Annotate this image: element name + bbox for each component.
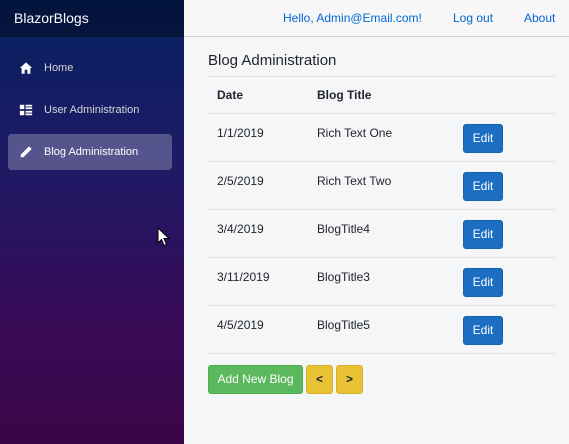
row-title: BlogTitle3 [317, 257, 463, 306]
sidebar-item-label: User Administration [44, 104, 140, 116]
column-header-actions [463, 76, 555, 114]
main-content: Blog Administration Date Blog Title 1/1/… [208, 52, 555, 394]
row-title: Rich Text Two [317, 161, 463, 210]
pencil-icon [19, 145, 33, 159]
edit-button[interactable]: Edit [463, 220, 503, 249]
table-row: 3/11/2019 BlogTitle3 Edit [208, 257, 555, 306]
sidebar-item-blog-administration[interactable]: Blog Administration [8, 134, 172, 170]
row-title: BlogTitle4 [317, 209, 463, 258]
row-date: 3/4/2019 [208, 209, 317, 258]
edit-button[interactable]: Edit [463, 124, 503, 153]
sidebar-item-label: Home [44, 62, 74, 74]
edit-button[interactable]: Edit [463, 172, 503, 201]
previous-page-button[interactable]: < [306, 365, 333, 394]
mouse-cursor-icon [157, 227, 171, 247]
logout-link[interactable]: Log out [453, 11, 493, 25]
row-title: BlogTitle5 [317, 305, 463, 354]
next-page-button[interactable]: > [336, 365, 363, 394]
about-link[interactable]: About [524, 11, 555, 25]
table-actions: Add New Blog < > [208, 365, 555, 394]
row-date: 3/11/2019 [208, 257, 317, 306]
table-row: 4/5/2019 BlogTitle5 Edit [208, 305, 555, 354]
table-header-row: Date Blog Title [208, 76, 555, 114]
row-title: Rich Text One [317, 113, 463, 162]
sidebar: BlazorBlogs Home User Administration Blo… [0, 0, 184, 444]
list-icon [19, 103, 33, 117]
blog-table: Date Blog Title 1/1/2019 Rich Text One E… [208, 76, 555, 354]
edit-button[interactable]: Edit [463, 316, 503, 345]
top-bar: Hello, Admin@Email.com! Log out About [184, 0, 569, 37]
sidebar-item-user-administration[interactable]: User Administration [8, 92, 172, 128]
table-row: 1/1/2019 Rich Text One Edit [208, 113, 555, 162]
user-greeting-link[interactable]: Hello, Admin@Email.com! [283, 11, 422, 25]
sidebar-nav: Home User Administration Blog Administra… [0, 50, 184, 170]
add-new-blog-button[interactable]: Add New Blog [208, 365, 303, 394]
page-title: Blog Administration [208, 52, 337, 69]
home-icon [19, 61, 33, 75]
column-header-title: Blog Title [317, 76, 463, 114]
edit-button[interactable]: Edit [463, 268, 503, 297]
table-row: 3/4/2019 BlogTitle4 Edit [208, 209, 555, 258]
row-date: 1/1/2019 [208, 113, 317, 162]
sidebar-item-label: Blog Administration [44, 146, 139, 158]
row-date: 2/5/2019 [208, 161, 317, 210]
brand-title[interactable]: BlazorBlogs [0, 0, 184, 37]
table-row: 2/5/2019 Rich Text Two Edit [208, 161, 555, 210]
column-header-date: Date [208, 76, 317, 114]
sidebar-item-home[interactable]: Home [8, 50, 172, 86]
row-date: 4/5/2019 [208, 305, 317, 354]
